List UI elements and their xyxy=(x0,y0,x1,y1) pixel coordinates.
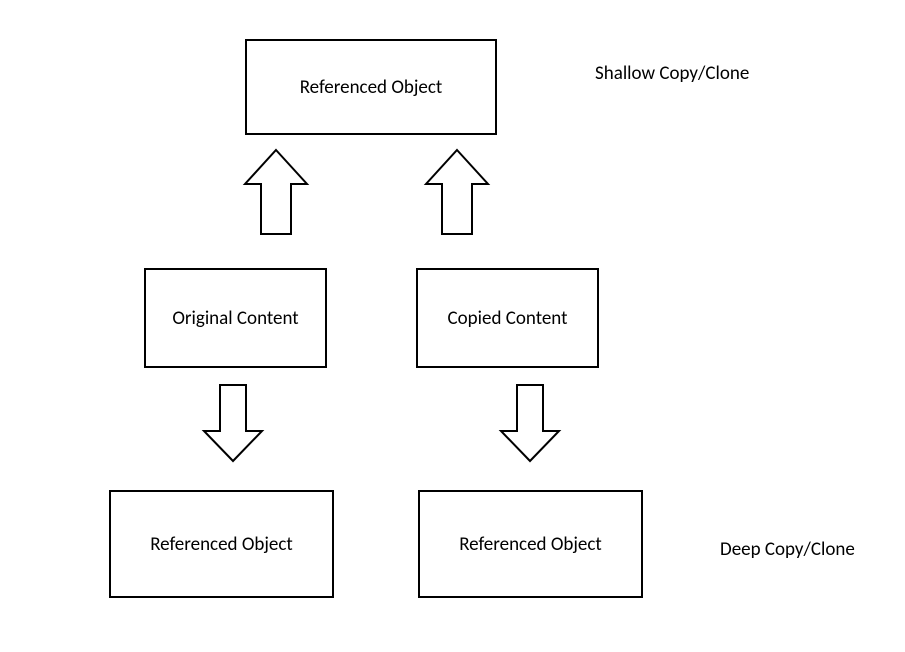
original-content-box: Original Content xyxy=(144,268,327,368)
top-referenced-label: Referenced Object xyxy=(300,76,443,99)
bottom-right-referenced-box: Referenced Object xyxy=(418,490,643,598)
top-referenced-box: Referenced Object xyxy=(245,39,497,135)
bottom-left-referenced-label: Referenced Object xyxy=(150,533,293,556)
arrow-down-left-icon xyxy=(200,383,266,465)
shallow-copy-label: Shallow Copy/Clone xyxy=(595,62,749,85)
bottom-left-referenced-box: Referenced Object xyxy=(109,490,334,598)
original-content-label: Original Content xyxy=(172,307,298,330)
copied-content-label: Copied Content xyxy=(448,307,568,330)
arrow-up-left-icon xyxy=(241,148,311,238)
deep-copy-label: Deep Copy/Clone xyxy=(720,538,855,561)
bottom-right-referenced-label: Referenced Object xyxy=(459,533,602,556)
arrow-down-right-icon xyxy=(497,383,563,465)
arrow-up-right-icon xyxy=(422,148,492,238)
copied-content-box: Copied Content xyxy=(416,268,599,368)
